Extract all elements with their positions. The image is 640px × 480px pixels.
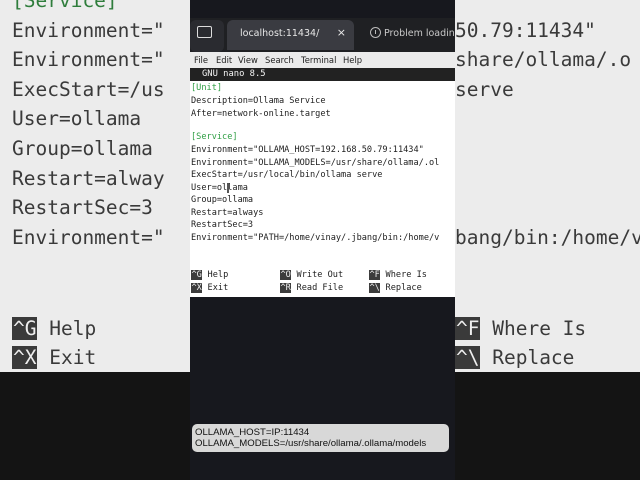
shortcut-key: ^G: [191, 270, 203, 280]
shortcut-replace[interactable]: ^\ Replace: [369, 283, 422, 293]
editor-line: Environment="OLLAMA_HOST=192.168.50.79:1…: [191, 145, 424, 155]
shortcut-exit[interactable]: ^X Exit: [191, 283, 228, 293]
background-shortcuts-left: ^G Help ^X Exit: [12, 314, 96, 372]
caption-line: OLLAMA_HOST=IP:11434: [195, 427, 310, 438]
editor-line: After=network-online.target: [191, 109, 331, 119]
tab-problem-loading[interactable]: Problem loading p: [358, 20, 455, 50]
background-fragment: [455, 134, 640, 164]
editor-line: RestartSec=3: [191, 220, 254, 230]
shortcut-key: ^O: [280, 270, 292, 280]
background-fragment: share/ollama/.o: [455, 48, 632, 72]
info-icon: [370, 27, 381, 38]
shortcut-where-is[interactable]: ^F Where Is: [369, 270, 427, 280]
editor-line: Restart=always: [191, 208, 264, 218]
terminal-window[interactable]: File Edit View Search Terminal Help GNU …: [190, 52, 455, 297]
shortcut-label: Read File: [296, 283, 344, 293]
menu-search[interactable]: Search: [265, 55, 294, 65]
tab-overview-button[interactable]: [190, 20, 224, 52]
shortcut-key: ^X: [191, 283, 203, 293]
editor-line: Description=Ollama Service: [191, 96, 326, 106]
shortcut-label: Exit: [207, 283, 229, 293]
shortcut-key: ^\: [369, 283, 381, 293]
background-right-fragments: 50.79:11434" share/ollama/.o serve bang/…: [455, 0, 640, 252]
background-fragment: 50.79:11434": [455, 18, 596, 42]
background-fragment: bang/bin:/home/v: [455, 225, 640, 249]
nano-title-bar: GNU nano 8.5: [190, 68, 455, 81]
video-caption: OLLAMA_HOST=IP:11434 OLLAMA_MODELS=/usr/…: [192, 424, 449, 452]
nano-editor[interactable]: [Unit] Description=Ollama Service After=…: [190, 81, 455, 243]
background-shortcut-key: ^F: [455, 317, 481, 340]
editor-line: User=ollama: [191, 183, 248, 193]
video-frame: localhost:11434/ × Problem loading p Fil…: [190, 0, 455, 480]
shortcut-key: ^F: [369, 270, 381, 280]
browser-tab-bar: localhost:11434/ × Problem loading p: [190, 18, 455, 52]
editor-line-unit: [Unit]: [191, 83, 223, 93]
nano-title: GNU nano 8.5: [202, 69, 266, 79]
tab-title: localhost:11434/: [240, 28, 320, 39]
shortcut-label: Help: [207, 270, 229, 280]
tab-title: Problem loading p: [384, 28, 455, 39]
background-fragment: [455, 193, 640, 223]
background-shortcut-key: ^G: [12, 317, 38, 340]
text-cursor: [227, 183, 229, 193]
nano-shortcut-bar: ^G Help ^O Write Out ^F Where Is ^X Exit…: [190, 270, 455, 297]
menu-edit[interactable]: Edit: [216, 55, 232, 65]
shortcut-key: ^R: [280, 283, 292, 293]
caption-line: OLLAMA_MODELS=/usr/share/ollama/.ollama/…: [195, 438, 427, 449]
menu-view[interactable]: View: [238, 55, 258, 65]
editor-line: Group=ollama: [191, 195, 254, 205]
shortcut-label: Where Is: [385, 270, 427, 280]
close-icon[interactable]: ×: [337, 26, 346, 39]
background-shortcut-key: ^X: [12, 346, 38, 369]
tab-localhost[interactable]: localhost:11434/ ×: [227, 20, 354, 50]
shortcut-label: Write Out: [296, 270, 344, 280]
background-shortcut-key: ^\: [455, 346, 481, 369]
editor-line: ExecStart=/usr/local/bin/ollama serve: [191, 170, 383, 180]
menu-help[interactable]: Help: [343, 55, 362, 65]
background-shortcut-label: Where Is: [492, 317, 587, 340]
menu-file[interactable]: File: [194, 55, 208, 65]
editor-line-service: [Service]: [191, 132, 238, 142]
shortcut-help[interactable]: ^G Help: [191, 270, 228, 280]
shortcut-write-out[interactable]: ^O Write Out: [280, 270, 343, 280]
background-shortcut-label: Exit: [49, 346, 97, 369]
background-shortcut-label: Replace: [492, 346, 575, 369]
menu-terminal[interactable]: Terminal: [301, 55, 336, 65]
background-fragment: serve: [455, 77, 514, 101]
terminal-menubar: File Edit View Search Terminal Help: [190, 52, 455, 68]
background-shortcut-label: Help: [49, 317, 97, 340]
shortcut-read-file[interactable]: ^R Read File: [280, 283, 343, 293]
editor-line: Environment="PATH=/home/vinay/.jbang/bin…: [191, 233, 440, 243]
editor-line: Environment="OLLAMA_MODELS=/usr/share/ol…: [191, 158, 440, 168]
tab-overview-icon: [197, 26, 212, 38]
background-shortcuts-right: ^F Where Is ^\ Replace: [455, 314, 586, 372]
background-fragment: [455, 104, 640, 134]
background-fragment: [455, 164, 640, 194]
shortcut-label: Replace: [385, 283, 422, 293]
